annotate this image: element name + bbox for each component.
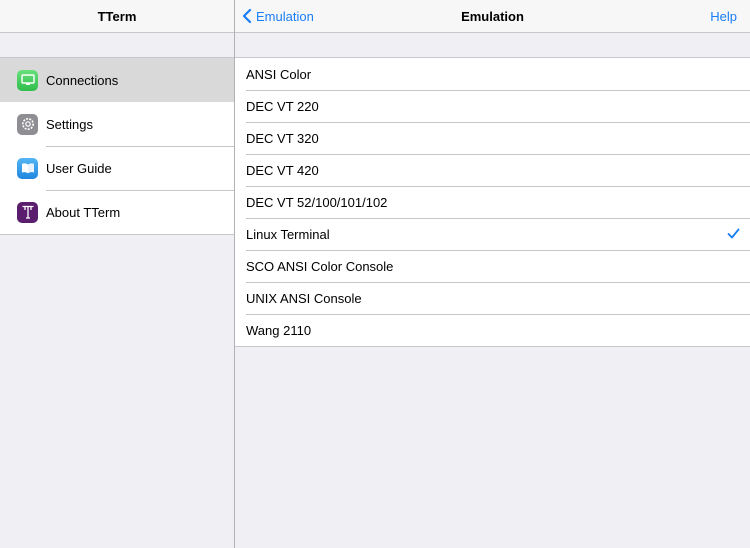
sidebar-header: TTerm <box>0 0 234 33</box>
sidebar-item-label: About TTerm <box>46 204 121 220</box>
tterm-logo-icon <box>17 201 38 223</box>
list-item[interactable]: DEC VT 220 <box>235 90 750 122</box>
list-item[interactable]: Linux Terminal <box>235 218 750 250</box>
list-item[interactable]: UNIX ANSI Console <box>235 282 750 314</box>
list-item[interactable]: DEC VT 52/100/101/102 <box>235 186 750 218</box>
list-item[interactable]: ANSI Color <box>235 58 750 90</box>
checkmark-icon <box>727 228 740 239</box>
sidebar-item-about-tterm[interactable]: About TTerm <box>0 190 234 234</box>
detail-pane: Emulation Emulation Help ANSI Color DEC V… <box>235 0 750 548</box>
list-item[interactable]: Wang 2110 <box>235 314 750 346</box>
chevron-left-icon <box>242 8 252 24</box>
list-item-label: DEC VT 220 <box>246 98 319 114</box>
list-item-label: Linux Terminal <box>246 226 330 242</box>
sidebar-item-label: User Guide <box>46 160 112 176</box>
list-item-label: SCO ANSI Color Console <box>246 258 394 274</box>
sidebar: TTerm Connections Settings User Guide Ab… <box>0 0 235 548</box>
list-item-label: Wang 2110 <box>246 322 312 338</box>
list-item-label: ANSI Color <box>246 66 312 82</box>
sidebar-title: TTerm <box>97 8 137 24</box>
list-item[interactable]: DEC VT 420 <box>235 154 750 186</box>
list-item[interactable]: DEC VT 320 <box>235 122 750 154</box>
navigation-bar: Emulation Emulation Help <box>235 0 750 33</box>
list-item[interactable]: SCO ANSI Color Console <box>235 250 750 282</box>
sidebar-item-connections[interactable]: Connections <box>0 58 234 102</box>
emulation-list: ANSI Color DEC VT 220 DEC VT 320 DEC VT 420… <box>235 57 750 347</box>
monitor-icon <box>17 69 38 91</box>
back-button-label: Emulation <box>256 8 314 24</box>
gear-icon <box>17 113 38 135</box>
sidebar-item-settings[interactable]: Settings <box>0 102 234 146</box>
back-button[interactable]: Emulation <box>241 0 314 32</box>
sidebar-list: Connections Settings User Guide About TT… <box>0 57 234 235</box>
help-button[interactable]: Help <box>710 0 737 32</box>
list-item-label: DEC VT 52/100/101/102 <box>246 194 388 210</box>
list-item-label: DEC VT 320 <box>246 130 319 146</box>
book-icon <box>17 157 38 179</box>
list-item-label: UNIX ANSI Console <box>246 290 362 306</box>
list-item-label: DEC VT 420 <box>246 162 319 178</box>
sidebar-item-label: Connections <box>46 72 119 88</box>
sidebar-item-label: Settings <box>46 116 93 132</box>
sidebar-item-user-guide[interactable]: User Guide <box>0 146 234 190</box>
